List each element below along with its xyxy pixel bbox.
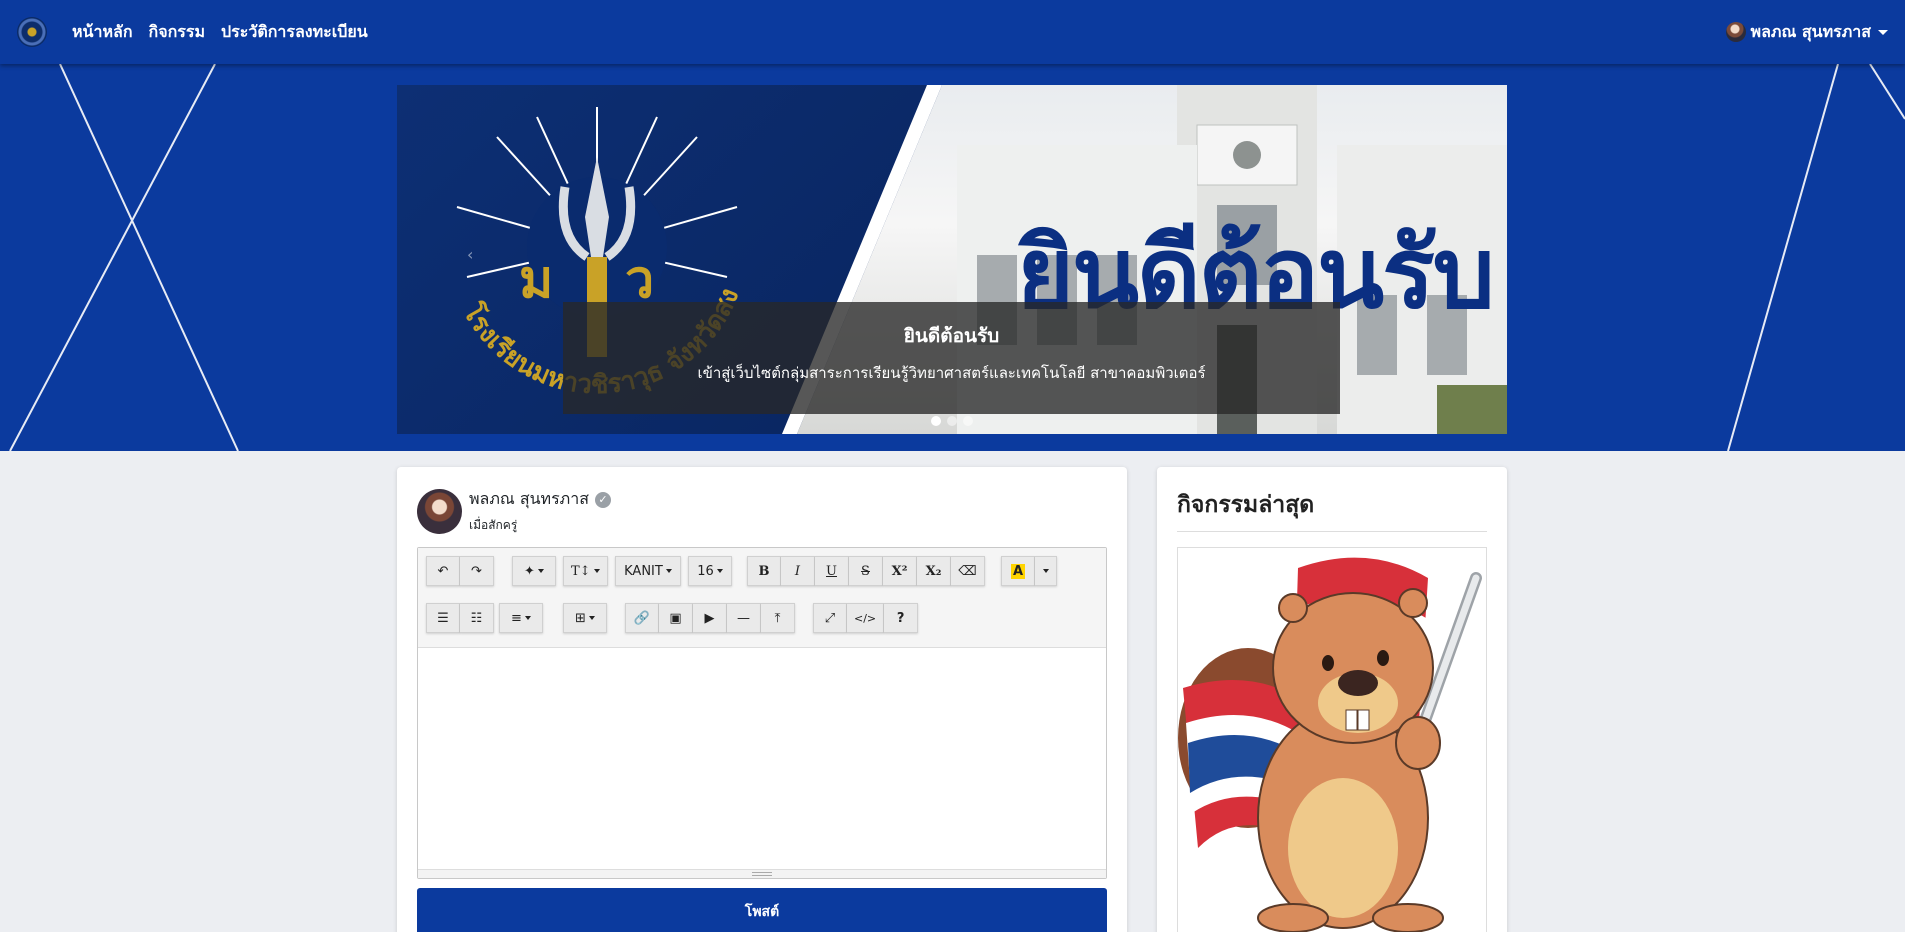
activity-image[interactable] xyxy=(1177,547,1487,932)
latest-activities-title: กิจกรรมล่าสุด xyxy=(1177,492,1315,518)
nav-link-home[interactable]: หน้าหลัก xyxy=(72,20,133,45)
color-dropdown-icon[interactable] xyxy=(1035,556,1057,586)
user-avatar xyxy=(1725,22,1746,42)
caption-text: เข้าสู่เว็บไซต์กลุ่มสาระการเรียนรู้วิทยา… xyxy=(697,364,1206,382)
bold-icon[interactable]: B xyxy=(747,556,781,586)
style-magic-icon[interactable]: ✦ xyxy=(512,556,556,586)
link-icon[interactable]: 🔗 xyxy=(625,603,659,633)
undo-icon[interactable]: ↶ xyxy=(426,556,460,586)
post-submit-button[interactable]: โพสต์ xyxy=(417,888,1107,932)
strikethrough-icon[interactable]: S xyxy=(849,556,883,586)
underline-icon[interactable]: U xyxy=(815,556,849,586)
avatar xyxy=(417,488,462,534)
carousel-indicators xyxy=(397,416,1507,426)
hero-banner: ม ว โรงเรียนมหาวชิราวุธ จังหวัดสงขลา xyxy=(0,64,1905,451)
verified-check-icon: ✓ xyxy=(594,491,611,508)
paragraph-align-icon[interactable]: ≡ xyxy=(499,603,543,633)
chevron-left-icon[interactable]: ‹ xyxy=(467,245,473,264)
carousel-indicator-3[interactable] xyxy=(963,416,973,426)
user-menu[interactable]: พลภณ สุนทรภาส xyxy=(1725,20,1888,45)
navbar: หน้าหลัก กิจกรรม ประวัติการลงทะเบียน พลภ… xyxy=(0,0,1905,64)
italic-icon[interactable]: I xyxy=(781,556,815,586)
nav-link-registration-history[interactable]: ประวัติการลงทะเบียน xyxy=(221,20,368,45)
eraser-icon[interactable]: ⌫ xyxy=(951,556,985,586)
carousel[interactable]: ม ว โรงเรียนมหาวชิราวุธ จังหวัดสงขลา xyxy=(397,85,1507,434)
nav-link-activities[interactable]: กิจกรรม xyxy=(149,20,205,45)
font-size-dropdown[interactable]: 16 xyxy=(688,556,732,586)
font-family-dropdown[interactable]: KANIT xyxy=(615,556,681,586)
help-label: ? xyxy=(896,610,905,626)
font-size-value: 16 xyxy=(697,563,714,579)
poster-timestamp: เมื่อสักครู่ xyxy=(469,518,518,532)
bullet-list-icon[interactable]: ☰ xyxy=(426,603,460,633)
latest-activities-card: กิจกรรมล่าสุด xyxy=(1157,467,1507,932)
redo-icon[interactable]: ↷ xyxy=(460,556,494,586)
editor-toolbar: ↶ ↷ ✦ T↕ KANIT 16 B I U S X² X₂ ⌫ A ☰ ☷ … xyxy=(418,548,1106,648)
upload-icon[interactable]: ⤒ xyxy=(761,603,795,633)
chevron-down-icon xyxy=(1878,29,1888,35)
editor-content-area[interactable] xyxy=(418,649,1106,871)
text-size-icon[interactable]: T↕ xyxy=(563,556,608,586)
beaver-mascot-illustration xyxy=(1178,557,1482,932)
numbered-list-icon[interactable]: ☷ xyxy=(460,603,494,633)
code-view-icon[interactable]: </> xyxy=(847,603,885,633)
divider xyxy=(1177,531,1487,532)
carousel-indicator-2[interactable] xyxy=(947,416,957,426)
rich-text-editor: ↶ ↷ ✦ T↕ KANIT 16 B I U S X² X₂ ⌫ A ☰ ☷ … xyxy=(417,547,1107,879)
carousel-indicator-1[interactable] xyxy=(931,416,941,426)
image-icon[interactable]: ▣ xyxy=(659,603,693,633)
user-name: พลภณ สุนทรภาส xyxy=(1750,21,1871,41)
font-family-value: KANIT xyxy=(624,563,663,579)
video-icon[interactable]: ▶ xyxy=(693,603,727,633)
editor-resize-handle[interactable] xyxy=(418,869,1106,878)
subscript-icon[interactable]: X₂ xyxy=(917,556,951,586)
superscript-icon[interactable]: X² xyxy=(883,556,917,586)
post-composer-card: พลภณ สุนทรภาส ✓ เมื่อสักครู่ ↶ ↷ ✦ T↕ KA… xyxy=(397,467,1127,932)
table-icon[interactable]: ⊞ xyxy=(563,603,607,633)
school-logo-icon[interactable] xyxy=(17,17,47,47)
poster-name: พลภณ สุนทรภาส xyxy=(469,489,589,508)
poster-header: พลภณ สุนทรภาส ✓ เมื่อสักครู่ xyxy=(417,487,611,535)
carousel-caption: ยินดีต้อนรับ เข้าสู่เว็บไซต์กลุ่มสาระการ… xyxy=(563,302,1340,414)
caption-title: ยินดีต้อนรับ xyxy=(903,325,1000,347)
svg-text:ม: ม xyxy=(519,249,553,310)
fullscreen-icon[interactable]: ⤢ xyxy=(813,603,847,633)
highlight-color-icon[interactable]: A xyxy=(1001,556,1035,586)
horizontal-rule-icon[interactable]: — xyxy=(727,603,761,633)
svg-text:ว: ว xyxy=(625,249,654,310)
help-icon[interactable]: ? xyxy=(884,603,919,633)
